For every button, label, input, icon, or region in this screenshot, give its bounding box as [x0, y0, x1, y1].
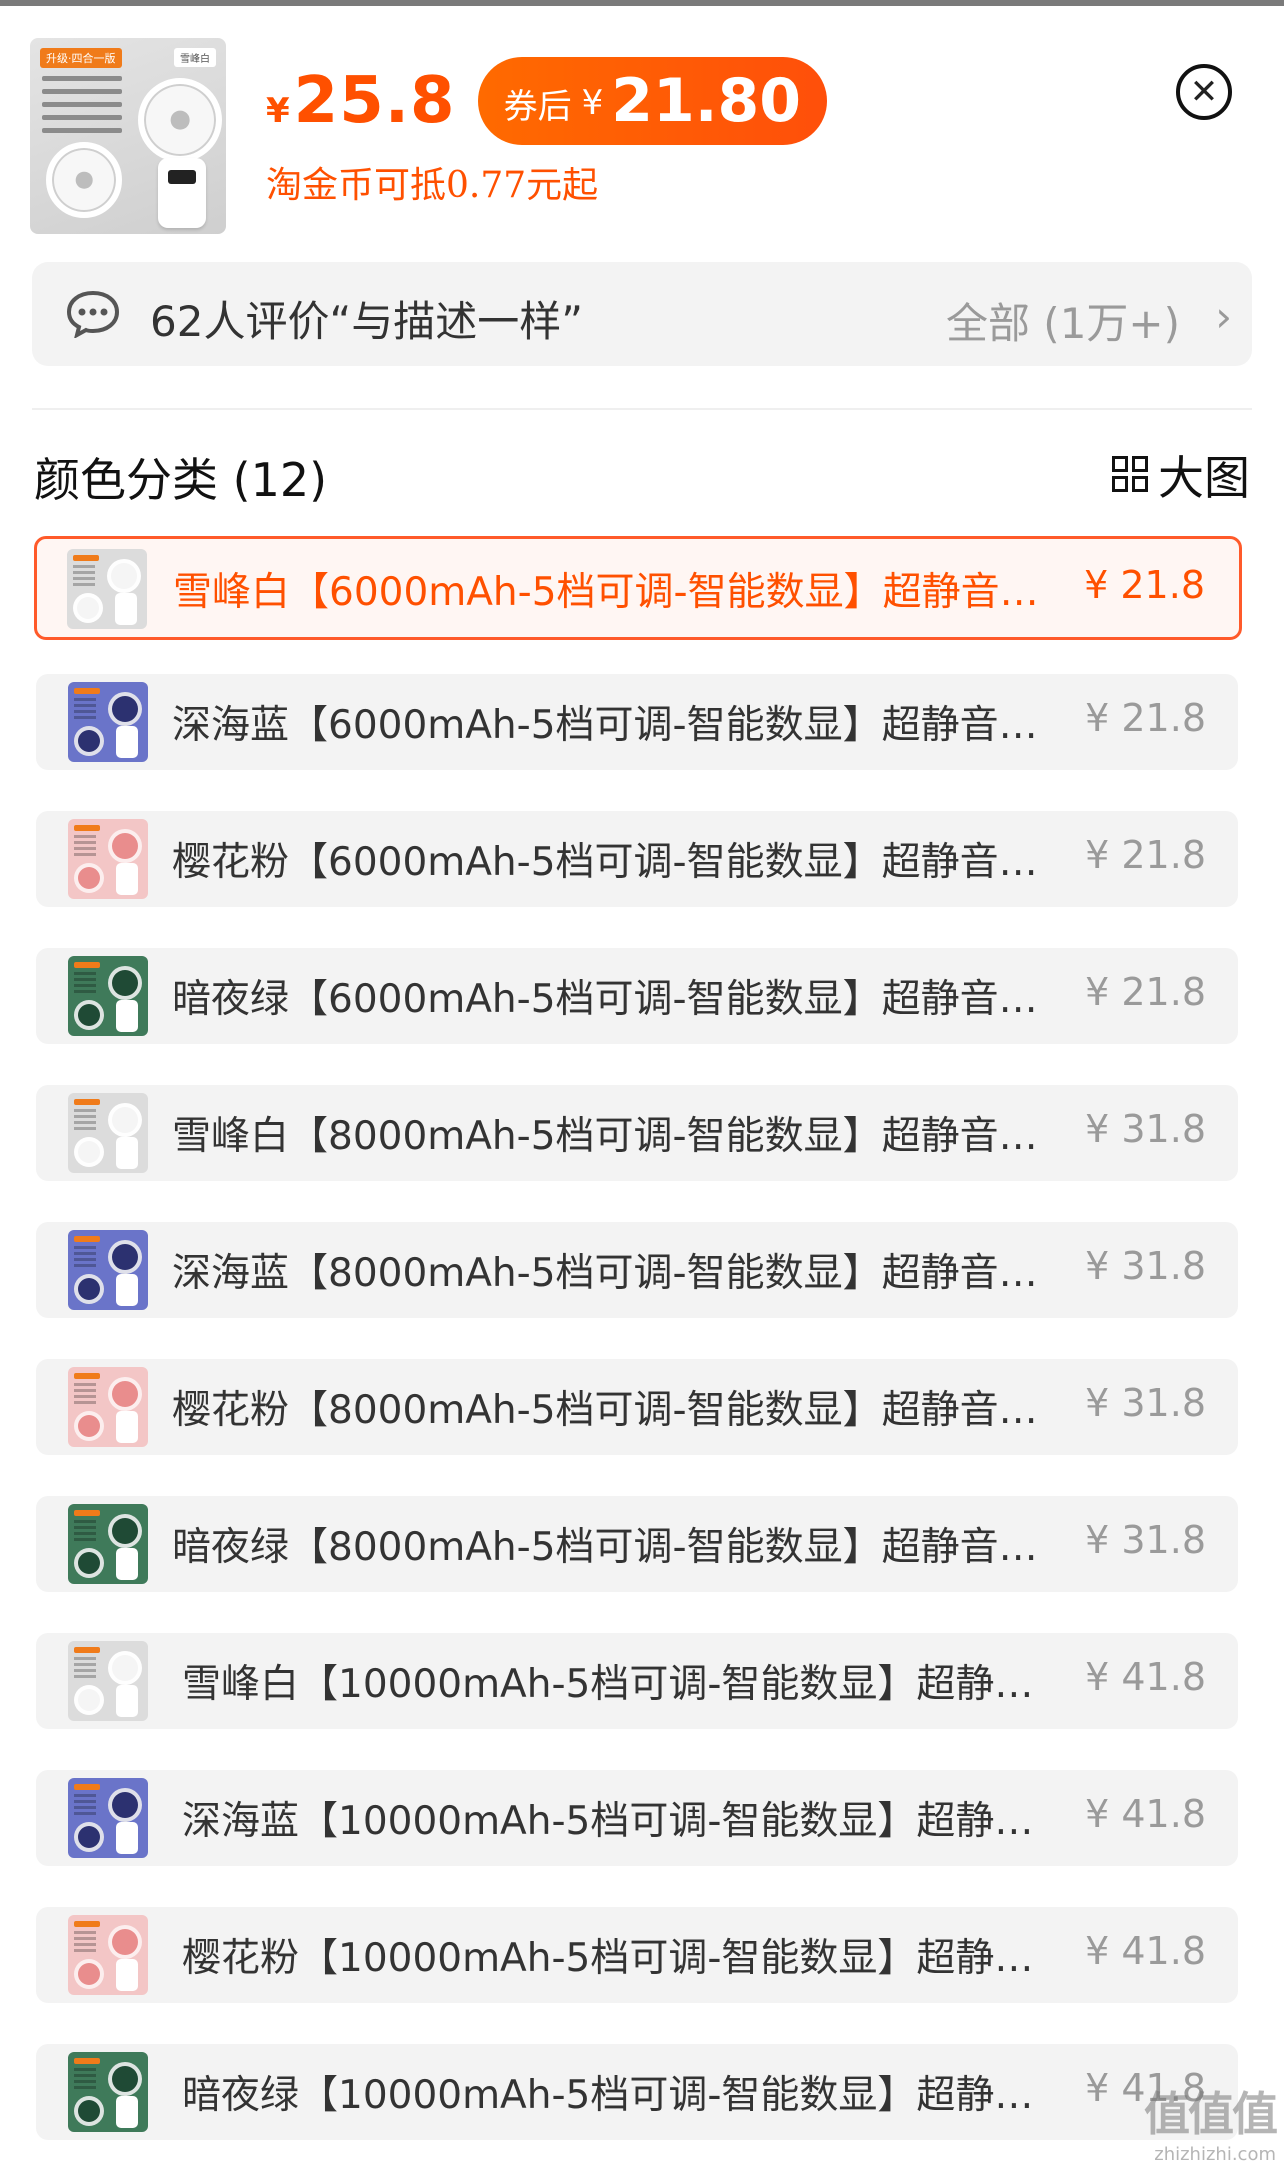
- variant-thumbnail: [68, 956, 148, 1036]
- price-row: ¥ 25.8 券后 ¥ 21.80: [266, 56, 828, 146]
- review-summary-text: 62人评价“与描述一样”: [150, 297, 583, 346]
- chat-bubble-icon: [66, 290, 120, 338]
- variant-price: ¥ 21.8: [1084, 563, 1205, 607]
- grid-icon: [1110, 454, 1152, 496]
- variant-option[interactable]: 樱花粉【8000mAh-5档可调-智能数显】超静音… ¥ 31.8: [36, 1359, 1238, 1455]
- fan-image: [138, 78, 222, 162]
- variant-price: ¥ 21.8: [1085, 696, 1206, 740]
- variant-option[interactable]: 樱花粉【10000mAh-5档可调-智能数显】超静… ¥ 41.8: [36, 1907, 1238, 2003]
- variant-name: 雪峰白【10000mAh-5档可调-智能数显】超静…: [182, 1662, 1034, 1707]
- variant-name: 深海蓝【8000mAh-5档可调-智能数显】超静音…: [172, 1251, 1038, 1296]
- variant-name: 深海蓝【6000mAh-5档可调-智能数显】超静音…: [172, 703, 1038, 748]
- sku-header: 升级·四合一版 雪峰白 ¥ 25.8 券后 ¥ 21.80 淘金币可抵0.77元…: [0, 6, 1284, 236]
- variant-price: ¥ 31.8: [1085, 1381, 1206, 1425]
- product-thumbnail[interactable]: 升级·四合一版 雪峰白: [30, 38, 226, 234]
- variant-name: 雪峰白【6000mAh-5档可调-智能数显】超静音…: [173, 570, 1039, 615]
- variant-price: ¥ 31.8: [1085, 1107, 1206, 1151]
- coupon-label: 券后: [503, 86, 572, 127]
- variant-price: ¥ 41.8: [1085, 1655, 1206, 1699]
- big-picture-toggle[interactable]: 大图: [1110, 442, 1250, 508]
- variant-thumbnail: [68, 1641, 148, 1721]
- variant-price: ¥ 41.8: [1085, 1929, 1206, 1973]
- price-value: 25.8: [293, 64, 456, 138]
- variant-name: 暗夜绿【8000mAh-5档可调-智能数显】超静音…: [172, 1525, 1038, 1570]
- variant-option[interactable]: 雪峰白【10000mAh-5档可调-智能数显】超静… ¥ 41.8: [36, 1633, 1238, 1729]
- variant-option[interactable]: 暗夜绿【8000mAh-5档可调-智能数显】超静音… ¥ 31.8: [36, 1496, 1238, 1592]
- variant-thumbnail: [68, 1230, 148, 1310]
- variant-price: ¥ 31.8: [1085, 1518, 1206, 1562]
- close-icon: ✕: [1189, 72, 1219, 112]
- variant-thumbnail: [68, 1093, 148, 1173]
- big-picture-label: 大图: [1158, 451, 1250, 505]
- variant-option[interactable]: 暗夜绿【6000mAh-5档可调-智能数显】超静音… ¥ 21.8: [36, 948, 1238, 1044]
- fan-image: [46, 142, 122, 218]
- watermark: 值值值 zhizhizhi.com: [1144, 2078, 1278, 2165]
- variant-thumbnail: [68, 1915, 148, 1995]
- variant-thumbnail: [68, 2052, 148, 2132]
- variant-thumbnail: [68, 819, 148, 899]
- variant-price: ¥ 21.8: [1085, 970, 1206, 1014]
- variant-price: ¥ 21.8: [1085, 833, 1206, 877]
- variant-name: 樱花粉【10000mAh-5档可调-智能数显】超静…: [182, 1936, 1034, 1981]
- coupon-price: 21.80: [611, 66, 802, 136]
- thumbnail-tag: 升级·四合一版: [40, 48, 122, 68]
- variant-option[interactable]: 深海蓝【8000mAh-5档可调-智能数显】超静音… ¥ 31.8: [36, 1222, 1238, 1318]
- variant-name: 暗夜绿【10000mAh-5档可调-智能数显】超静…: [182, 2073, 1034, 2118]
- variant-name: 雪峰白【8000mAh-5档可调-智能数显】超静音…: [172, 1114, 1038, 1159]
- price-currency: ¥: [266, 91, 290, 131]
- coupon-price-badge: 券后 ¥ 21.80: [477, 57, 828, 145]
- watermark-url: zhizhizhi.com: [1154, 2144, 1276, 2165]
- color-category-title: 颜色分类 (12): [34, 453, 328, 507]
- variant-name: 樱花粉【8000mAh-5档可调-智能数显】超静音…: [172, 1388, 1038, 1433]
- watermark-logo: 值值值: [1144, 2087, 1278, 2141]
- fan-base-image: [158, 158, 206, 228]
- close-button[interactable]: ✕: [1176, 64, 1232, 120]
- review-count-link[interactable]: 全部 (1万+): [946, 290, 1180, 351]
- variant-option[interactable]: 雪峰白【6000mAh-5档可调-智能数显】超静音… ¥ 21.8: [34, 536, 1242, 640]
- divider: [32, 408, 1252, 410]
- variant-thumbnail: [67, 549, 147, 629]
- variant-name: 暗夜绿【6000mAh-5档可调-智能数显】超静音…: [172, 977, 1038, 1022]
- thumbnail-variant-tag: 雪峰白: [174, 48, 216, 67]
- variant-thumbnail: [68, 1367, 148, 1447]
- variant-thumbnail: [68, 1778, 148, 1858]
- variant-option[interactable]: 樱花粉【6000mAh-5档可调-智能数显】超静音… ¥ 21.8: [36, 811, 1238, 907]
- variant-price: ¥ 31.8: [1085, 1244, 1206, 1288]
- variant-thumbnail: [68, 1504, 148, 1584]
- chevron-right-icon: ›: [1215, 292, 1232, 341]
- variant-option[interactable]: 深海蓝【6000mAh-5档可调-智能数显】超静音… ¥ 21.8: [36, 674, 1238, 770]
- coins-discount-text: 淘金币可抵0.77元起: [266, 165, 599, 206]
- thumbnail-feature-lines: [42, 76, 122, 141]
- variant-thumbnail: [68, 682, 148, 762]
- variant-option[interactable]: 暗夜绿【10000mAh-5档可调-智能数显】超静… ¥ 41.8: [36, 2044, 1238, 2140]
- variant-option[interactable]: 深海蓝【10000mAh-5档可调-智能数显】超静… ¥ 41.8: [36, 1770, 1238, 1866]
- variant-option[interactable]: 雪峰白【8000mAh-5档可调-智能数显】超静音… ¥ 31.8: [36, 1085, 1238, 1181]
- variant-name: 樱花粉【6000mAh-5档可调-智能数显】超静音…: [172, 840, 1038, 885]
- coupon-currency: ¥: [581, 83, 604, 123]
- variant-name: 深海蓝【10000mAh-5档可调-智能数显】超静…: [182, 1799, 1034, 1844]
- variant-price: ¥ 41.8: [1085, 1792, 1206, 1836]
- reviews-summary-bar[interactable]: 62人评价“与描述一样” 全部 (1万+) ›: [32, 262, 1252, 366]
